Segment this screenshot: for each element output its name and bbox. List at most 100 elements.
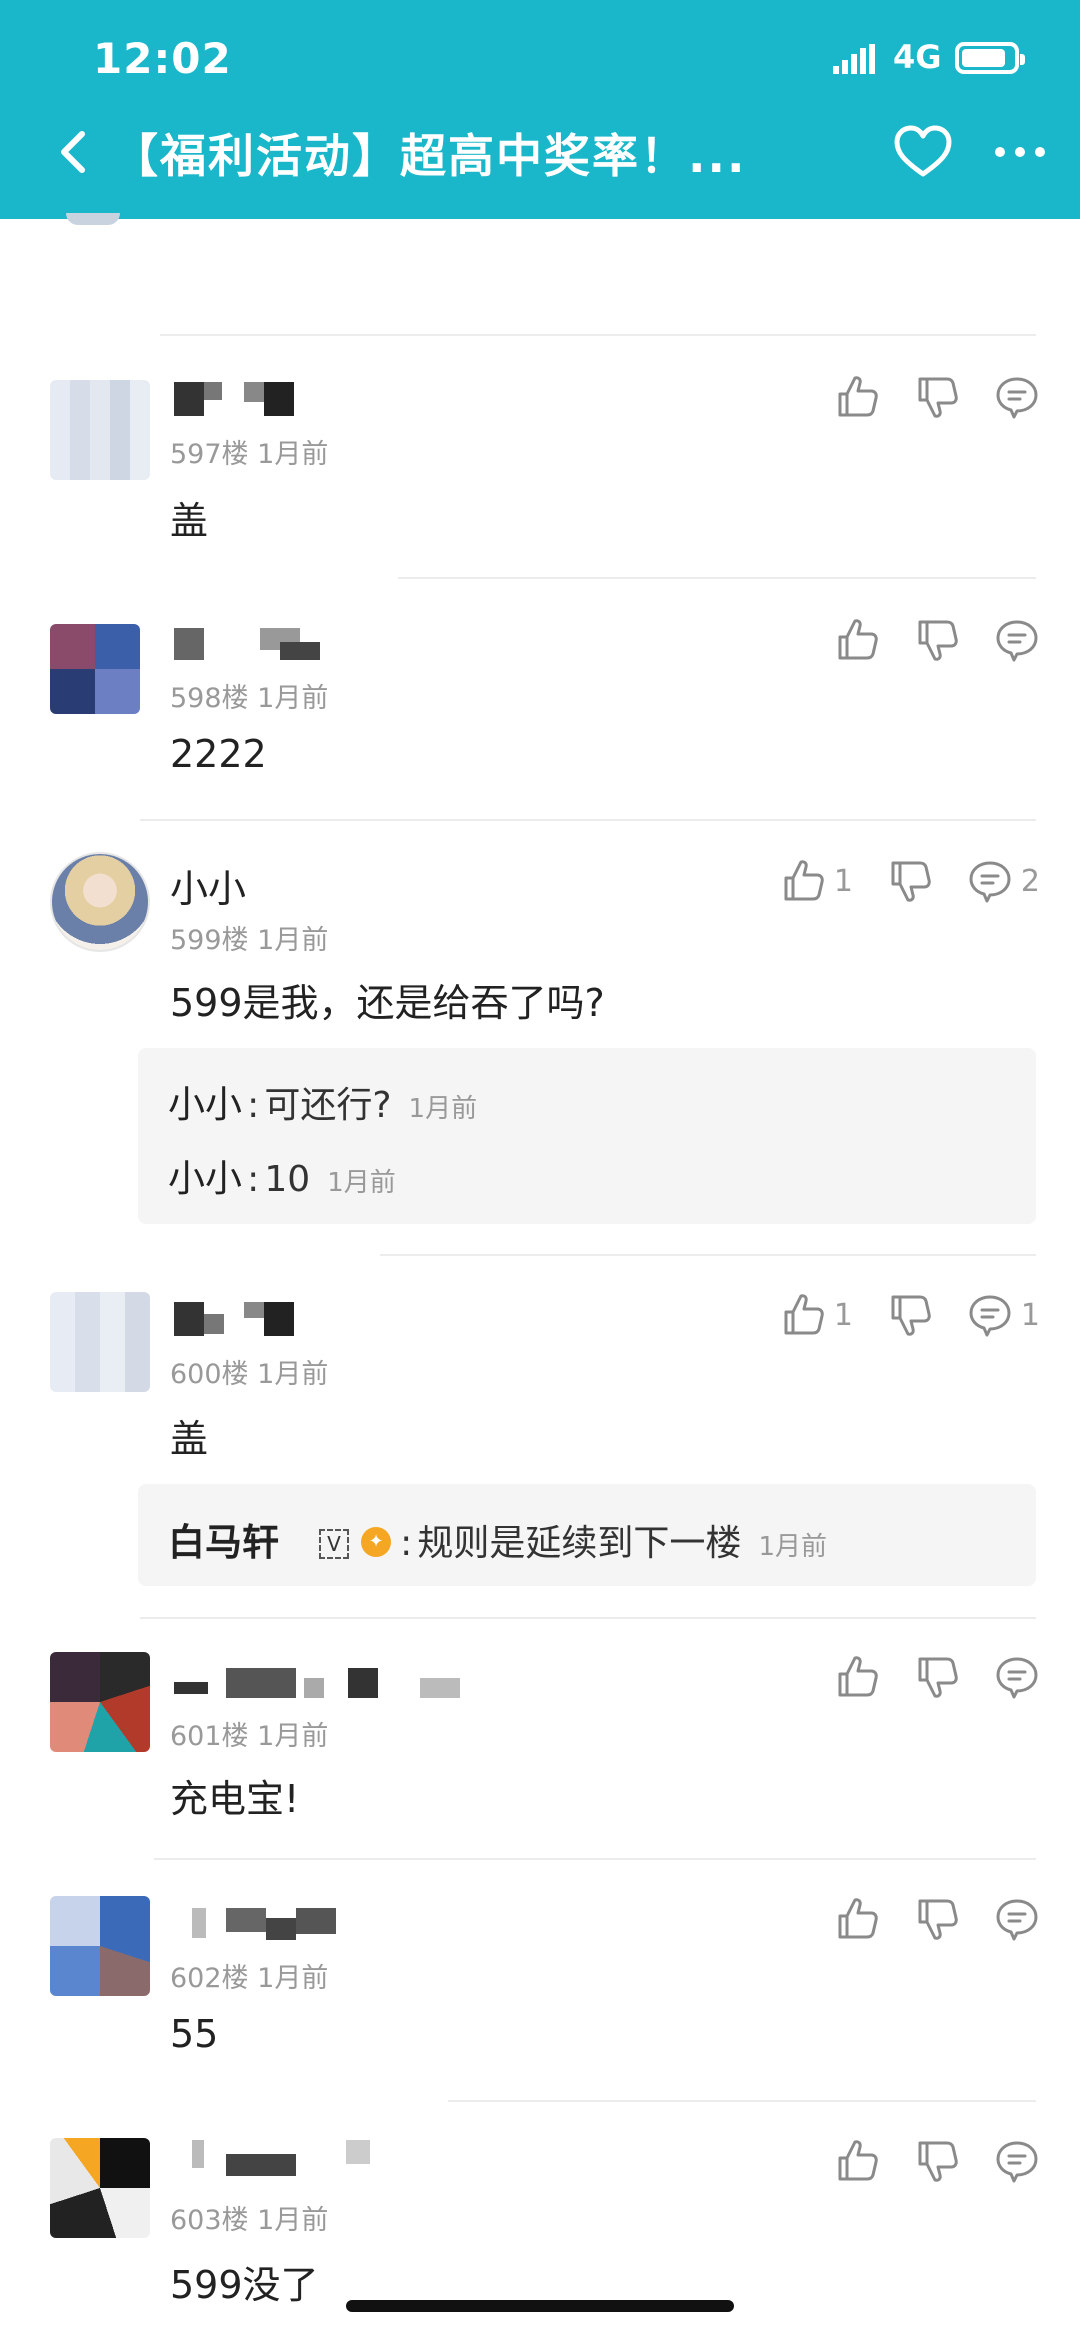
divider <box>398 577 1036 579</box>
post-actions <box>800 2136 1040 2186</box>
floor-meta: 599楼 1月前 <box>170 925 329 956</box>
avatar[interactable] <box>50 624 140 714</box>
comment-bubble-icon <box>994 617 1040 663</box>
network-type: 4G <box>893 38 942 76</box>
dislike-button[interactable] <box>914 1896 960 1942</box>
avatar[interactable] <box>50 1292 150 1392</box>
username-blurred[interactable] <box>170 2140 370 2176</box>
divider <box>380 1254 1036 1256</box>
dislike-button[interactable] <box>887 1292 933 1338</box>
username-blurred[interactable] <box>170 628 330 664</box>
comment-button[interactable] <box>994 2138 1040 2184</box>
dislike-button[interactable] <box>914 2138 960 2184</box>
thumbs-down-icon <box>887 858 933 904</box>
dislike-button[interactable] <box>914 1654 960 1700</box>
floor-meta: 598楼 1月前 <box>170 683 329 714</box>
page-title: 【福利活动】超高中奖率！... <box>112 129 747 183</box>
post-content: 盖 <box>170 499 209 543</box>
avatar[interactable] <box>50 1896 150 1996</box>
dislike-button[interactable] <box>887 858 933 904</box>
partial-avatar <box>66 213 120 225</box>
thumbs-up-icon <box>834 617 880 663</box>
username[interactable]: 小小 <box>170 858 246 913</box>
avatar[interactable] <box>50 852 150 952</box>
like-button[interactable] <box>834 2138 880 2184</box>
thumbs-down-icon <box>914 1896 960 1942</box>
post-actions <box>800 615 1040 665</box>
reply-item[interactable]: 小小 : 可还行? 1月前 <box>168 1074 477 1128</box>
thumbs-up-icon <box>780 1292 826 1338</box>
reply-item[interactable]: 小小 : 10 1月前 <box>168 1148 396 1202</box>
reply-list[interactable]: 小小 : 可还行? 1月前 小小 : 10 1月前 <box>138 1048 1036 1224</box>
reply-author[interactable]: 白马轩 <box>168 1521 279 1564</box>
like-button[interactable] <box>834 374 880 420</box>
post-actions <box>800 1652 1040 1702</box>
dislike-button[interactable] <box>914 374 960 420</box>
signal-icon <box>833 44 875 74</box>
post-content: 599是我，还是给吞了吗? <box>170 981 605 1025</box>
thumbs-up-icon <box>834 1896 880 1942</box>
like-button[interactable]: 1 <box>780 1292 853 1338</box>
reply-text: 规则是延续到下一楼 <box>417 1523 742 1564</box>
comment-button[interactable] <box>994 374 1040 420</box>
like-button[interactable] <box>834 617 880 663</box>
post-content: 599没了 <box>170 2263 319 2307</box>
like-button[interactable] <box>834 1654 880 1700</box>
comment-button[interactable] <box>994 1896 1040 1942</box>
username-blurred[interactable] <box>170 1668 470 1704</box>
post-actions: 1 2 <box>746 856 1040 906</box>
thumbs-down-icon <box>914 1654 960 1700</box>
username-blurred[interactable] <box>170 1302 298 1338</box>
divider <box>140 819 1036 821</box>
floor-meta: 603楼 1月前 <box>170 2205 329 2236</box>
floor-meta: 597楼 1月前 <box>170 439 329 470</box>
comment-bubble-icon <box>994 374 1040 420</box>
thumbs-down-icon <box>887 1292 933 1338</box>
divider <box>448 2100 1036 2102</box>
status-time: 12:02 <box>93 34 232 83</box>
reply-sep: : <box>400 1523 413 1564</box>
chevron-left-icon[interactable] <box>50 128 98 176</box>
reply-text: 10 <box>264 1159 311 1200</box>
comment-bubble-icon <box>994 1654 1040 1700</box>
medal-icon <box>361 1527 391 1557</box>
avatar[interactable] <box>50 380 150 480</box>
comment-bubble-icon <box>994 2138 1040 2184</box>
heart-icon[interactable] <box>893 124 953 180</box>
reply-list[interactable]: 白马轩 V : 规则是延续到下一楼 1月前 <box>138 1484 1036 1586</box>
thumbs-down-icon <box>914 2138 960 2184</box>
home-indicator[interactable] <box>346 2300 734 2312</box>
comment-button[interactable]: 2 <box>967 858 1040 904</box>
post-content: 55 <box>170 2012 219 2056</box>
more-dots-icon[interactable] <box>990 132 1050 172</box>
username-blurred[interactable] <box>170 1908 350 1944</box>
avatar[interactable] <box>50 2138 150 2238</box>
comment-button[interactable] <box>994 617 1040 663</box>
comment-bubble-icon <box>967 858 1013 904</box>
reply-time: 1月前 <box>408 1094 478 1124</box>
post-content: 充电宝! <box>170 1777 300 1821</box>
like-button[interactable] <box>834 1896 880 1942</box>
thumbs-down-icon <box>914 374 960 420</box>
thumbs-up-icon <box>834 2138 880 2184</box>
like-button[interactable]: 1 <box>780 858 853 904</box>
reply-sep: : <box>247 1159 260 1200</box>
comment-count: 1 <box>1020 1297 1040 1333</box>
avatar[interactable] <box>50 1652 150 1752</box>
reply-author[interactable]: 小小 <box>168 1083 242 1126</box>
thumbs-up-icon <box>834 1654 880 1700</box>
comment-bubble-icon <box>967 1292 1013 1338</box>
reply-text: 可还行? <box>264 1085 392 1126</box>
reply-author[interactable]: 小小 <box>168 1157 242 1200</box>
comment-bubble-icon <box>994 1896 1040 1942</box>
floor-meta: 602楼 1月前 <box>170 1963 329 1994</box>
comment-button[interactable] <box>994 1654 1040 1700</box>
username-blurred[interactable] <box>170 382 298 418</box>
like-count: 1 <box>833 1297 853 1333</box>
reply-time: 1月前 <box>327 1168 396 1198</box>
reply-item[interactable]: 白马轩 V : 规则是延续到下一楼 1月前 <box>168 1512 827 1566</box>
comment-count: 2 <box>1020 863 1040 899</box>
dislike-button[interactable] <box>914 617 960 663</box>
thumbs-down-icon <box>914 617 960 663</box>
comment-button[interactable]: 1 <box>967 1292 1040 1338</box>
